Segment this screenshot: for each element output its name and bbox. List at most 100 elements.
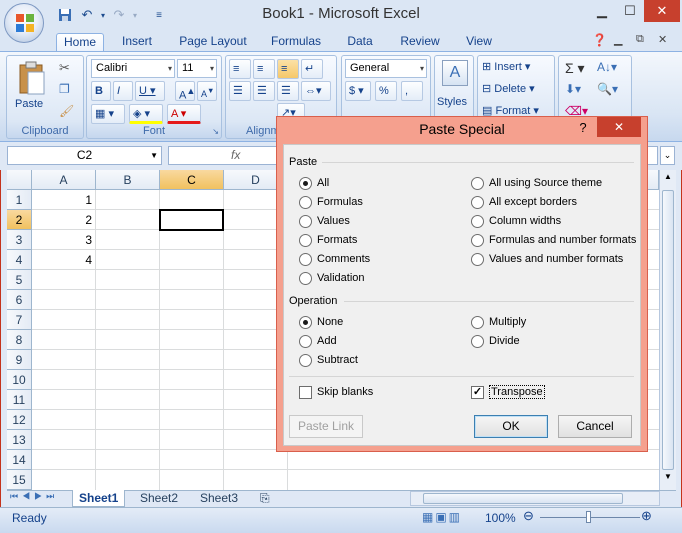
- row-header-6[interactable]: 6: [7, 290, 32, 310]
- ok-button[interactable]: OK: [474, 415, 548, 438]
- column-header-a[interactable]: A: [32, 170, 96, 190]
- operation-divide[interactable]: Divide: [471, 333, 520, 349]
- operation-multiply[interactable]: Multiply: [471, 314, 526, 330]
- paste-option-all[interactable]: All: [299, 175, 329, 191]
- operation-none[interactable]: None: [299, 314, 343, 330]
- borders-icon[interactable]: ▦ ▾: [91, 104, 125, 124]
- align-bottom-icon[interactable]: ≡: [277, 59, 299, 79]
- cell-a2[interactable]: 2: [32, 210, 95, 230]
- tab-review[interactable]: Review: [394, 33, 446, 52]
- operation-subtract[interactable]: Subtract: [299, 352, 358, 368]
- close-window-icon[interactable]: ✕: [644, 0, 680, 22]
- operation-add[interactable]: Add: [299, 333, 337, 349]
- paste-option-values[interactable]: Values: [299, 213, 350, 229]
- font-size-combo[interactable]: 11 ▾: [177, 59, 217, 78]
- row-header-3[interactable]: 3: [7, 230, 32, 250]
- horizontal-scroll-thumb[interactable]: [423, 493, 623, 504]
- ribbon-close-icon[interactable]: ✕: [658, 33, 667, 46]
- zoom-slider-thumb[interactable]: [586, 511, 591, 523]
- zoom-level[interactable]: 100%: [485, 511, 516, 525]
- shrink-font-icon[interactable]: A▼: [197, 81, 217, 101]
- align-top-icon[interactable]: ≡: [229, 59, 251, 79]
- align-right-icon[interactable]: ☰: [277, 81, 299, 101]
- tab-insert[interactable]: Insert: [114, 33, 160, 52]
- format-painter-icon[interactable]: 🖌: [59, 104, 74, 118]
- minimize-icon[interactable]: ▁: [588, 0, 616, 22]
- cancel-button[interactable]: Cancel: [558, 415, 632, 438]
- tab-page-layout[interactable]: Page Layout: [174, 33, 252, 52]
- zoom-out-icon[interactable]: ⊖: [523, 508, 534, 524]
- cell-a1[interactable]: 1: [32, 190, 95, 210]
- font-dialog-launcher-icon[interactable]: ↘: [212, 127, 219, 136]
- expand-formula-bar-icon[interactable]: ⌄: [660, 146, 675, 165]
- wrap-text-icon[interactable]: ↵: [301, 59, 323, 79]
- row-header-9[interactable]: 9: [7, 350, 32, 370]
- paste-option-all-source-theme[interactable]: All using Source theme: [471, 175, 602, 191]
- vertical-scroll-thumb[interactable]: [662, 190, 674, 470]
- paste-label[interactable]: Paste: [15, 98, 43, 110]
- comma-icon[interactable]: ,: [401, 81, 423, 101]
- row-header-14[interactable]: 14: [7, 450, 32, 470]
- row-header-2[interactable]: 2: [7, 210, 32, 230]
- fx-icon[interactable]: fx: [231, 148, 240, 162]
- dialog-close-icon[interactable]: ✕: [597, 117, 641, 137]
- align-middle-icon[interactable]: ≡: [253, 59, 275, 79]
- row-header-11[interactable]: 11: [7, 390, 32, 410]
- cell-a3[interactable]: 3: [32, 230, 95, 250]
- align-center-icon[interactable]: ☰: [253, 81, 275, 101]
- percent-icon[interactable]: %: [375, 81, 397, 101]
- insert-cells-button[interactable]: ⊞ Insert ▾: [482, 60, 530, 73]
- row-header-7[interactable]: 7: [7, 310, 32, 330]
- currency-icon[interactable]: $ ▾: [345, 81, 371, 101]
- column-header-b[interactable]: B: [96, 170, 160, 190]
- grow-font-icon[interactable]: A▲: [175, 81, 195, 102]
- paste-option-column-widths[interactable]: Column widths: [471, 213, 561, 229]
- paste-option-formats[interactable]: Formats: [299, 232, 357, 248]
- sheet-tab-2[interactable]: Sheet2: [134, 490, 184, 507]
- row-header-10[interactable]: 10: [7, 370, 32, 390]
- transpose-checkbox[interactable]: ✓ Transpose: [471, 384, 545, 400]
- tab-formulas[interactable]: Formulas: [266, 33, 326, 52]
- row-header-4[interactable]: 4: [7, 250, 32, 270]
- paste-option-comments[interactable]: Comments: [299, 251, 370, 267]
- row-header-13[interactable]: 13: [7, 430, 32, 450]
- ribbon-restore-icon[interactable]: ⧉: [636, 33, 644, 46]
- paste-link-button[interactable]: Paste Link: [289, 415, 363, 438]
- scroll-down-icon[interactable]: ▼: [662, 472, 674, 486]
- merge-center-icon[interactable]: ⇔▾: [301, 81, 331, 101]
- vertical-scrollbar[interactable]: ▲ ▼: [659, 170, 676, 490]
- find-select-icon[interactable]: 🔍▾: [597, 82, 618, 96]
- styles-label[interactable]: Styles: [437, 96, 467, 108]
- sheet-tab-3[interactable]: Sheet3: [194, 490, 244, 507]
- fill-icon[interactable]: ⬇▾: [565, 82, 581, 96]
- insert-sheet-icon[interactable]: ⎘: [254, 490, 276, 507]
- paste-option-values-number-formats[interactable]: Values and number formats: [471, 251, 623, 267]
- styles-icon[interactable]: A: [442, 60, 468, 86]
- help-icon[interactable]: ❓: [592, 33, 607, 47]
- horizontal-scrollbar[interactable]: [410, 491, 660, 506]
- autosum-icon[interactable]: Σ ▾: [565, 60, 585, 77]
- underline-icon[interactable]: U ▾: [135, 81, 165, 101]
- bold-icon[interactable]: B: [91, 81, 111, 101]
- zoom-in-icon[interactable]: ⊕: [641, 508, 652, 524]
- delete-cells-button[interactable]: ⊟ Delete ▾: [482, 82, 535, 95]
- dialog-help-icon[interactable]: ?: [575, 120, 591, 135]
- tab-view[interactable]: View: [460, 33, 498, 52]
- selected-cell-c2[interactable]: [159, 209, 224, 231]
- font-color-icon[interactable]: A ▾: [167, 104, 201, 124]
- ribbon-minimize-icon[interactable]: ▁: [614, 33, 622, 46]
- skip-blanks-checkbox[interactable]: Skip blanks: [299, 384, 373, 400]
- office-button[interactable]: [4, 3, 44, 43]
- paste-icon[interactable]: [17, 60, 47, 98]
- align-left-icon[interactable]: ☰: [229, 81, 251, 101]
- tab-data[interactable]: Data: [340, 33, 380, 52]
- name-box[interactable]: C2 ▼: [7, 146, 162, 165]
- font-name-combo[interactable]: Calibri ▾: [91, 59, 175, 78]
- scroll-up-icon[interactable]: ▲: [662, 172, 674, 186]
- number-format-combo[interactable]: General ▾: [345, 59, 427, 78]
- sort-filter-icon[interactable]: A↓▾: [597, 60, 617, 74]
- column-header-c[interactable]: C: [160, 170, 224, 190]
- maximize-icon[interactable]: ☐: [616, 0, 644, 22]
- tab-home[interactable]: Home: [56, 33, 104, 52]
- sheet-nav-icons[interactable]: ⏮◀▶⏭: [10, 491, 58, 502]
